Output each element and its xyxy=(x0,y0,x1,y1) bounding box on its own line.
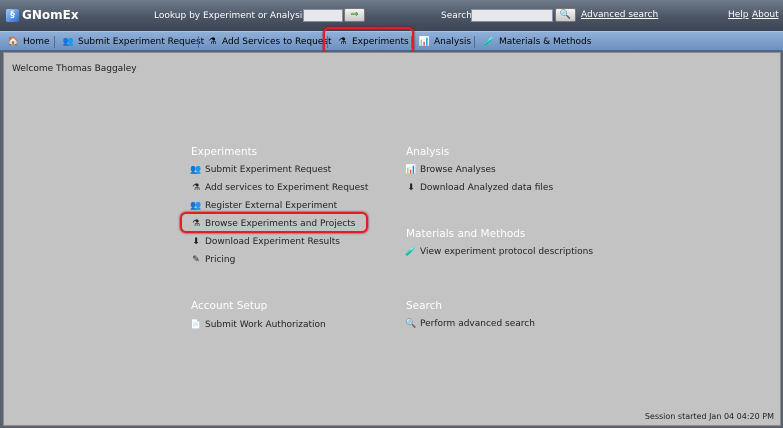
link-label: Perform advanced search xyxy=(420,319,535,329)
download-icon: ⬇ xyxy=(192,237,200,247)
search-label: Search xyxy=(441,11,472,21)
add-services-icon: ⚗ xyxy=(191,183,201,193)
welcome-text: Welcome Thomas Baggaley xyxy=(12,64,137,74)
link-label: Add services to Experiment Request xyxy=(205,183,369,193)
app-title: GNomEx xyxy=(22,8,79,22)
gnomex-logo-icon: § xyxy=(6,8,19,22)
nav-submit-request[interactable]: 👥 Submit Experiment Request xyxy=(63,35,204,49)
nav-analysis[interactable]: 📊 Analysis xyxy=(419,35,471,49)
lookup-label: Lookup by Experiment or Analysis # xyxy=(154,11,318,21)
link-label: View experiment protocol descriptions xyxy=(420,247,594,257)
link-label: Submit Experiment Request xyxy=(205,165,332,175)
advanced-search-link[interactable]: Advanced search xyxy=(581,10,658,20)
download-analyzed-files-link[interactable]: ⬇ Download Analyzed data files xyxy=(406,183,553,193)
session-status: Session started Jan 04 04:20 PM xyxy=(644,412,774,421)
about-link[interactable]: About xyxy=(752,10,779,20)
materials-icon: 🧪 xyxy=(483,37,496,47)
magnifier-icon: 🔍 xyxy=(559,10,572,20)
submit-request-icon: 👥 xyxy=(190,165,202,175)
nav-add-services[interactable]: ⚗ Add Services to Request xyxy=(207,35,332,49)
pricing-icon: ✎ xyxy=(192,255,200,265)
help-link[interactable]: Help xyxy=(728,10,749,20)
nav-home[interactable]: 🏠 Home xyxy=(8,35,50,49)
link-label: Submit Work Authorization xyxy=(205,320,326,330)
materials-section-title: Materials and Methods xyxy=(406,228,526,240)
perform-advanced-search-link[interactable]: 🔍 Perform advanced search xyxy=(405,319,535,329)
submit-work-authorization-link[interactable]: 📄 Submit Work Authorization xyxy=(190,320,326,330)
nav-submit-label: Submit Experiment Request xyxy=(78,37,205,47)
register-icon: 👥 xyxy=(190,201,202,211)
nav-materials-methods[interactable]: 🧪 Materials & Methods xyxy=(483,35,592,49)
arrow-right-icon: ⇒ xyxy=(350,9,359,20)
search-button[interactable]: 🔍 xyxy=(555,8,576,22)
nav-separator xyxy=(54,36,55,48)
lookup-go-button[interactable]: ⇒ xyxy=(344,8,365,22)
link-label: Pricing xyxy=(205,255,236,265)
nav-separator xyxy=(198,36,199,48)
magnifier-icon: 🔍 xyxy=(405,319,417,329)
submit-request-icon: 👥 xyxy=(62,37,75,47)
account-setup-section-title: Account Setup xyxy=(191,300,268,312)
nav-materials-label: Materials & Methods xyxy=(499,37,592,47)
download-experiment-results-link[interactable]: ⬇ Download Experiment Results xyxy=(191,237,340,247)
home-icon: 🏠 xyxy=(7,37,20,47)
experiments-section-title: Experiments xyxy=(191,146,258,158)
app-logo: § GNomEx xyxy=(6,8,79,22)
analysis-icon: 📊 xyxy=(418,37,431,47)
link-label: Download Analyzed data files xyxy=(420,183,554,193)
lookup-input[interactable] xyxy=(303,9,343,22)
link-label: Browse Analyses xyxy=(420,165,496,175)
analysis-section-title: Analysis xyxy=(406,146,450,158)
search-input[interactable] xyxy=(471,9,553,22)
search-section-title: Search xyxy=(406,300,443,312)
analysis-icon: 📊 xyxy=(405,165,417,175)
link-label: Download Experiment Results xyxy=(205,237,340,247)
authorization-icon: 📄 xyxy=(190,320,202,330)
nav-home-label: Home xyxy=(23,37,50,47)
home-panel: Welcome Thomas Baggaley Experiments 👥 Su… xyxy=(3,52,781,426)
browse-analyses-link[interactable]: 📊 Browse Analyses xyxy=(405,165,496,175)
link-label: Register External Experiment xyxy=(205,201,338,211)
submit-experiment-request-link[interactable]: 👥 Submit Experiment Request xyxy=(190,165,332,175)
download-icon: ⬇ xyxy=(407,183,415,193)
nav-analysis-label: Analysis xyxy=(434,37,472,47)
nav-add-services-label: Add Services to Request xyxy=(222,37,332,47)
add-services-link[interactable]: ⚗ Add services to Experiment Request xyxy=(191,183,368,193)
add-services-icon: ⚗ xyxy=(208,37,217,47)
pricing-link[interactable]: ✎ Pricing xyxy=(191,255,235,265)
browse-experiments-highlight xyxy=(180,212,368,233)
view-protocols-link[interactable]: 🧪 View experiment protocol descriptions xyxy=(405,247,594,257)
experiments-nav-highlight xyxy=(323,27,414,54)
materials-icon: 🧪 xyxy=(405,247,417,257)
nav-separator xyxy=(474,36,475,48)
register-external-experiment-link[interactable]: 👥 Register External Experiment xyxy=(190,201,338,211)
